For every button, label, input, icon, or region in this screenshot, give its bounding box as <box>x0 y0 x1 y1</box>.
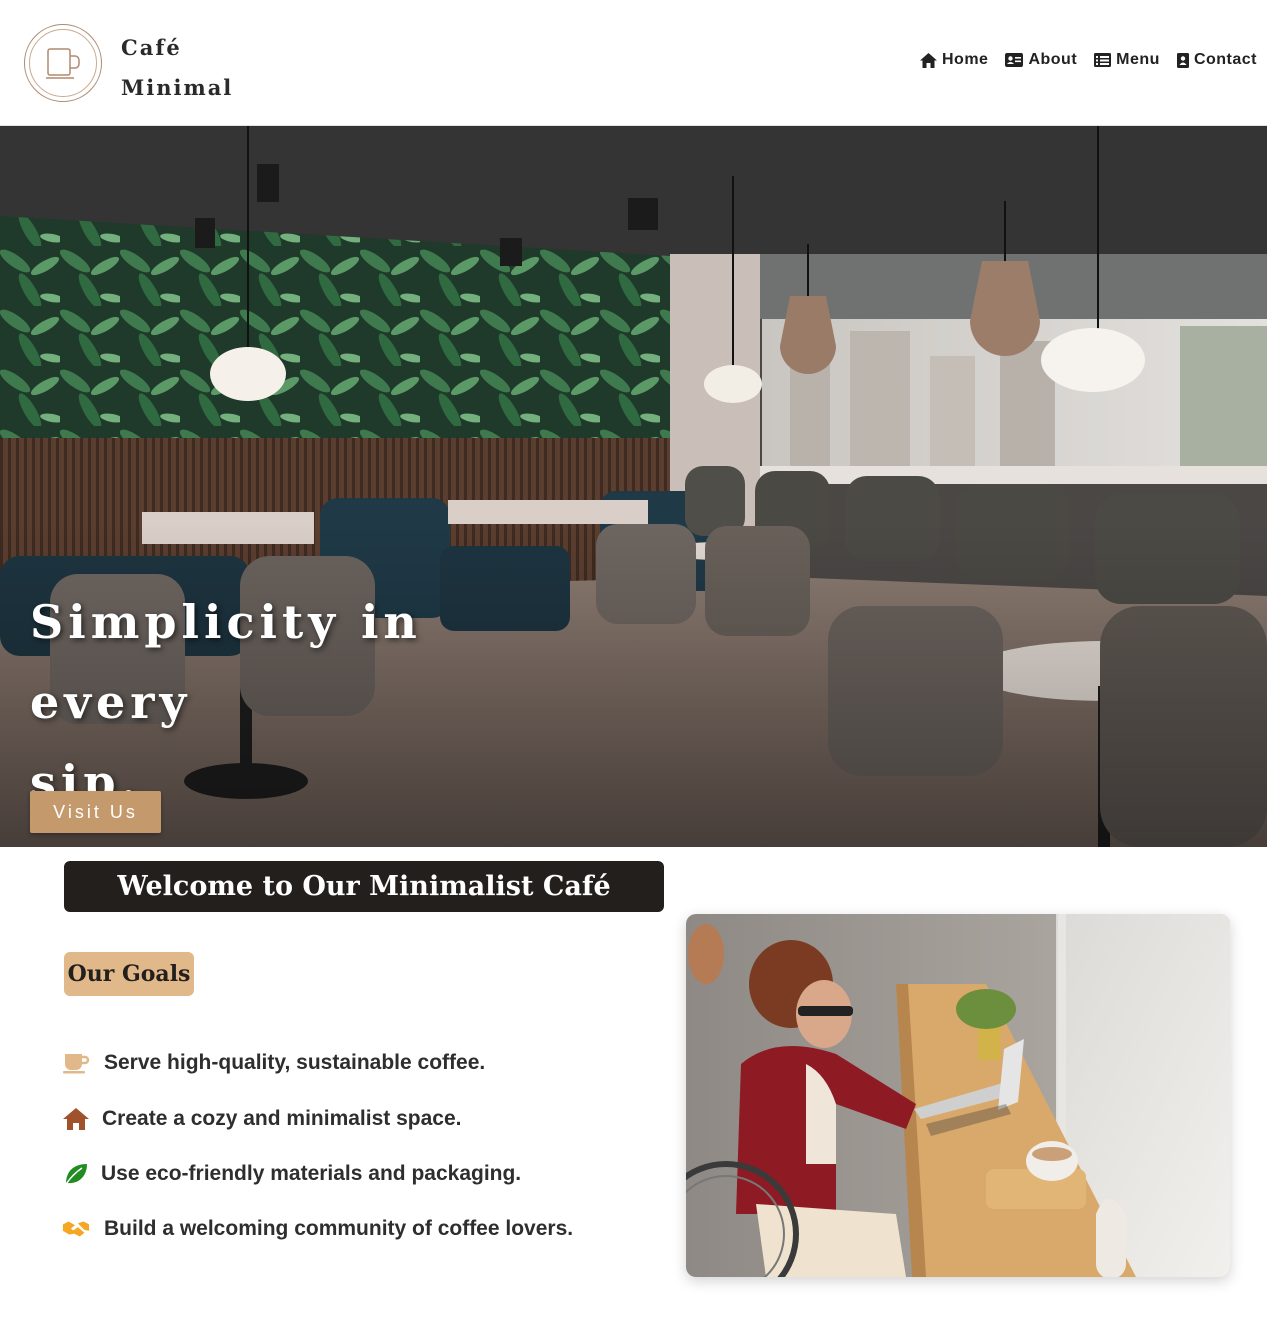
woman-working-cafe-image <box>686 914 1230 1277</box>
leaf-icon <box>62 1160 90 1188</box>
goal-item-1: Serve high-quality, sustainable coffee. <box>62 1049 485 1077</box>
goal-text-4: Build a welcoming community of coffee lo… <box>104 1217 574 1240</box>
nav-about-label: About <box>1028 51 1078 68</box>
goals-title: Our Goals <box>64 952 194 996</box>
hero-title: Simplicity in every sip. <box>30 582 590 822</box>
nav-menu-label: Menu <box>1116 51 1160 68</box>
list-icon <box>1094 53 1112 67</box>
brand-line-1: Café <box>121 35 182 60</box>
visit-us-button[interactable]: Visit Us <box>30 791 161 833</box>
goal-item-4: Build a welcoming community of coffee lo… <box>62 1215 573 1243</box>
brand-line-2: Minimal <box>121 75 234 100</box>
brand-name: Café Minimal <box>121 28 233 108</box>
hero-section: Simplicity in every sip. <box>0 126 1267 847</box>
goal-item-2: Create a cozy and minimalist space. <box>62 1105 461 1133</box>
coffee-cup-icon <box>62 1049 90 1077</box>
goal-text-2: Create a cozy and minimalist space. <box>102 1107 462 1130</box>
home-icon <box>920 52 937 68</box>
main-nav: Home About Menu Contact <box>919 51 1257 69</box>
goal-item-3: Use eco-friendly materials and packaging… <box>62 1160 521 1188</box>
nav-home[interactable]: Home <box>919 51 988 69</box>
nav-contact-label: Contact <box>1193 51 1257 68</box>
hero-title-line-1: Simplicity in every <box>30 595 422 729</box>
contact-book-icon <box>1176 52 1189 68</box>
coffee-cup-icon <box>46 48 80 79</box>
house-icon <box>62 1105 90 1133</box>
id-card-icon <box>1005 53 1024 67</box>
nav-contact[interactable]: Contact <box>1176 51 1257 69</box>
nav-menu[interactable]: Menu <box>1093 51 1160 69</box>
nav-about[interactable]: About <box>1004 51 1077 69</box>
goal-text-3: Use eco-friendly materials and packaging… <box>101 1162 522 1185</box>
logo[interactable] <box>24 24 102 102</box>
goal-text-1: Serve high-quality, sustainable coffee. <box>104 1051 486 1074</box>
nav-home-label: Home <box>942 51 989 68</box>
site-header: Café Minimal Home About Menu Contact <box>0 0 1267 126</box>
handshake-icon <box>62 1215 90 1243</box>
welcome-title: Welcome to Our Minimalist Café <box>64 861 664 912</box>
